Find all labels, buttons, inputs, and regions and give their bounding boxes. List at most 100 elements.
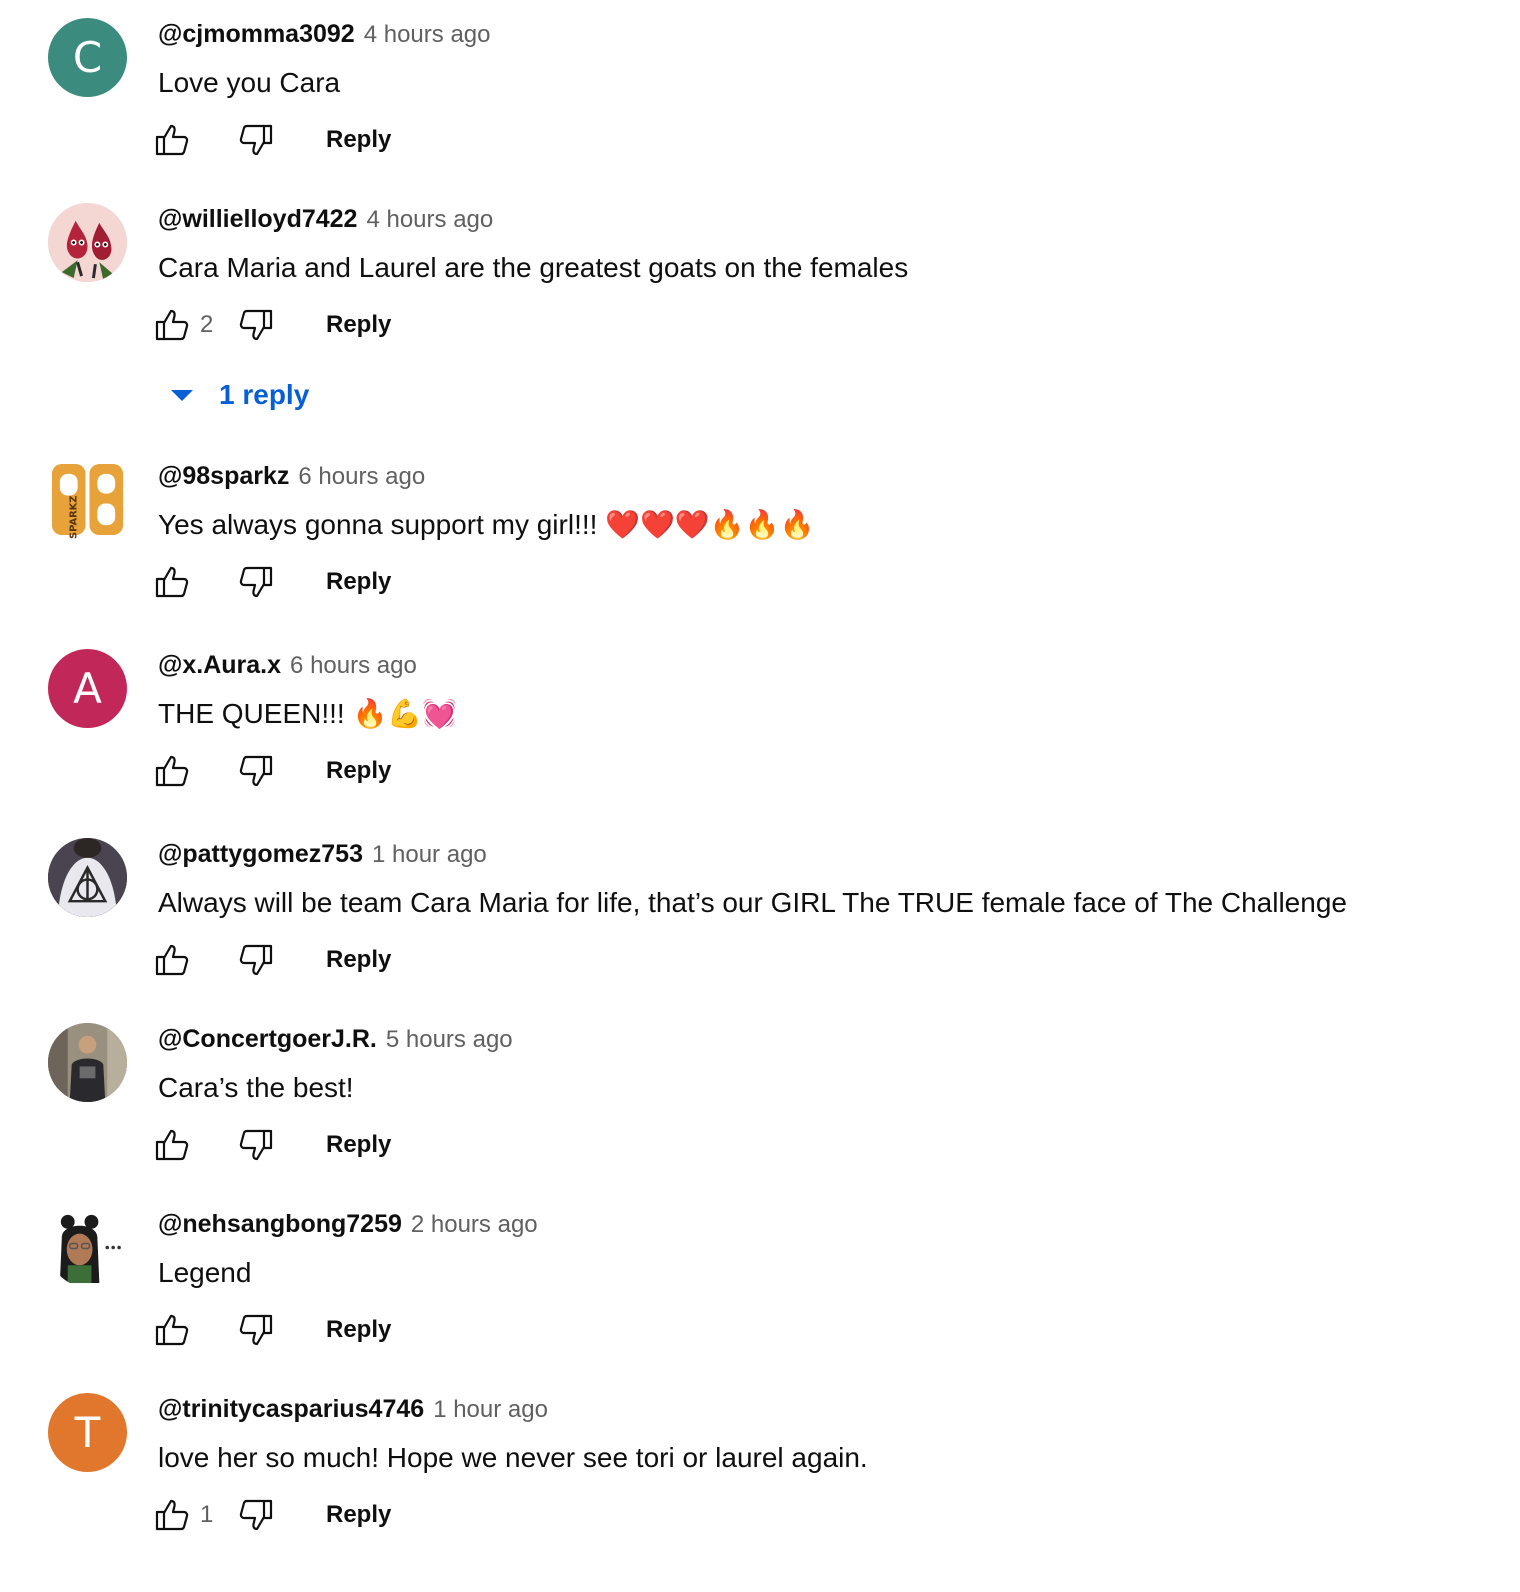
avatar[interactable]: T [48,1393,127,1472]
thumbs-down-icon [236,1125,276,1165]
comment-author[interactable]: @nehsangbong7259 [158,1210,402,1239]
avatar-letter: T [74,1408,101,1457]
comment-actions: 1 Reply [150,1493,391,1537]
comment-timestamp[interactable]: 4 hours ago [364,21,491,49]
dislike-button[interactable] [234,560,278,604]
comment-timestamp[interactable]: 1 hour ago [372,841,487,869]
reply-button[interactable]: Reply [326,946,391,974]
thumbs-up-icon [152,305,192,345]
like-button[interactable] [150,938,194,982]
comment-timestamp[interactable]: 1 hour ago [433,1396,548,1424]
comment-timestamp[interactable]: 6 hours ago [298,463,425,491]
comment-author[interactable]: @cjmomma3092 [158,20,355,49]
reply-button[interactable]: Reply [326,757,391,785]
reply-button[interactable]: Reply [326,311,391,339]
like-button[interactable] [150,118,194,162]
dislike-button[interactable] [234,1308,278,1352]
deathly-hallows-shirt-avatar [48,838,127,917]
comment-header: @pattygomez753 1 hour ago [158,840,487,872]
comment-item: T @trinitycasparius4746 1 hour ago love … [0,1393,1520,1573]
comment-author[interactable]: @pattygomez753 [158,840,363,869]
thumbs-up-icon [152,940,192,980]
avatar[interactable]: C [48,18,127,97]
avatar[interactable]: A [48,649,127,728]
cartoon-drops-avatar [48,203,127,282]
comment-header: @cjmomma3092 4 hours ago [158,20,490,52]
comment-text: Cara Maria and Laurel are the greatest g… [158,252,909,283]
like-button[interactable] [150,303,194,347]
comment-actions: Reply [150,938,391,982]
reply-button[interactable]: Reply [326,1501,391,1529]
comment-actions: Reply [150,118,391,162]
comment-author[interactable]: @x.Aura.x [158,651,281,680]
avatar[interactable] [48,203,127,282]
caret-down-icon [171,389,193,401]
avatar-letter: A [73,664,102,713]
thumbs-down-icon [236,305,276,345]
dislike-button[interactable] [234,1493,278,1537]
comments-list: C @cjmomma3092 4 hours ago Love you Cara… [0,0,1520,1592]
thumbs-up-icon [152,751,192,791]
thumbs-down-icon [236,1495,276,1535]
view-replies-button[interactable]: 1 reply [165,375,309,415]
reply-button[interactable]: Reply [326,126,391,154]
reply-button[interactable]: Reply [326,568,391,596]
svg-text:SPARKZ: SPARKZ [69,496,80,539]
comment-actions: 2 Reply [150,303,391,347]
like-button[interactable] [150,749,194,793]
comment-item: SPARKZ @98sparkz 6 hours ago Yes always … [0,460,1520,640]
comment-item: @pattygomez753 1 hour ago Always will be… [0,838,1520,1018]
like-count: 2 [200,311,214,338]
comment-header: @nehsangbong7259 2 hours ago [158,1210,538,1242]
comment-text: Cara’s the best! [158,1072,354,1103]
comment-text: Yes always gonna support my girl!!! ❤️❤️… [158,509,815,540]
comment-text: Love you Cara [158,67,341,98]
comment-author[interactable]: @willielloyd7422 [158,205,357,234]
thumbs-down-icon [236,940,276,980]
thumbs-down-icon [236,1310,276,1350]
thumbs-up-icon [152,1495,192,1535]
bitmoji-avatar [48,1208,127,1287]
comment-author[interactable]: @98sparkz [158,462,289,491]
comment-actions: Reply [150,1308,391,1352]
dislike-button[interactable] [234,118,278,162]
thumbs-up-icon [152,1310,192,1350]
comment-text: Always will be team Cara Maria for life,… [158,887,1347,918]
like-button[interactable] [150,1123,194,1167]
comment-timestamp[interactable]: 6 hours ago [290,652,417,680]
comment-timestamp[interactable]: 4 hours ago [366,206,493,234]
comment-header: @trinitycasparius4746 1 hour ago [158,1395,548,1427]
comment-item: A @x.Aura.x 6 hours ago THE QUEEN!!! 🔥💪💓… [0,649,1520,829]
comment-author[interactable]: @trinitycasparius4746 [158,1395,424,1424]
avatar[interactable]: SPARKZ [48,460,127,539]
dislike-button[interactable] [234,303,278,347]
thumbs-down-icon [236,751,276,791]
comment-text: THE QUEEN!!! 🔥💪💓 [158,698,458,729]
comment-header: @98sparkz 6 hours ago [158,462,425,494]
comment-text: love her so much! Hope we never see tori… [158,1442,868,1473]
replies-count: 1 reply [219,379,310,410]
thumbs-up-icon [152,1125,192,1165]
avatar[interactable] [48,838,127,917]
comment-timestamp[interactable]: 5 hours ago [386,1026,513,1054]
comment-timestamp[interactable]: 2 hours ago [411,1211,538,1239]
reply-button[interactable]: Reply [326,1131,391,1159]
dislike-button[interactable] [234,749,278,793]
comment-header: @x.Aura.x 6 hours ago [158,651,417,683]
avatar[interactable] [48,1023,127,1102]
reply-button[interactable]: Reply [326,1316,391,1344]
comment-item: @nehsangbong7259 2 hours ago Legend Repl… [0,1208,1520,1388]
like-count: 1 [200,1501,214,1528]
thumbs-down-icon [236,120,276,160]
thumbs-down-icon [236,562,276,602]
dislike-button[interactable] [234,938,278,982]
like-button[interactable] [150,1493,194,1537]
comment-item: @willielloyd7422 4 hours ago Cara Maria … [0,203,1520,433]
avatar[interactable] [48,1208,127,1287]
comment-text: Legend [158,1257,252,1288]
dislike-button[interactable] [234,1123,278,1167]
comment-actions: Reply [150,560,391,604]
comment-author[interactable]: @ConcertgoerJ.R. [158,1025,377,1054]
like-button[interactable] [150,1308,194,1352]
like-button[interactable] [150,560,194,604]
